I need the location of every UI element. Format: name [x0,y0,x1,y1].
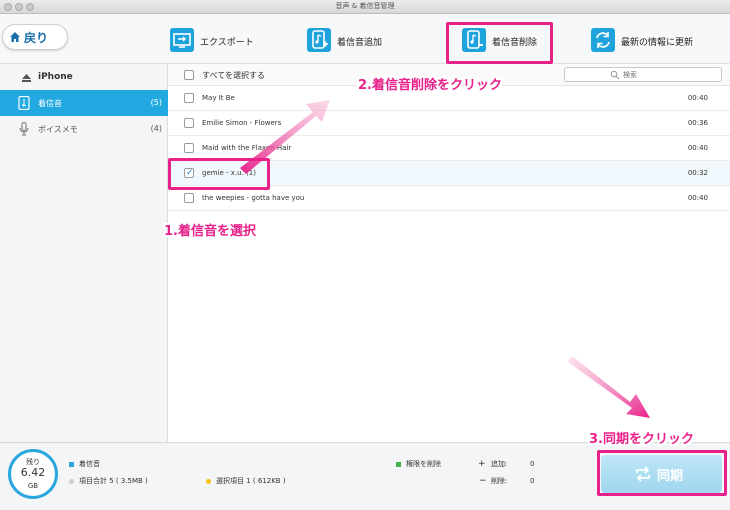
step3-annotation: 3.同期をクリック [589,432,694,447]
highlight-sync-button [597,450,727,496]
step1-annotation: 1.着信音を選択 [164,224,256,239]
highlight-selected-row [168,158,270,190]
arrow-to-sync [568,356,650,418]
step2-annotation: 2.着信音削除をクリック [358,78,502,93]
highlight-delete-button [446,22,553,64]
